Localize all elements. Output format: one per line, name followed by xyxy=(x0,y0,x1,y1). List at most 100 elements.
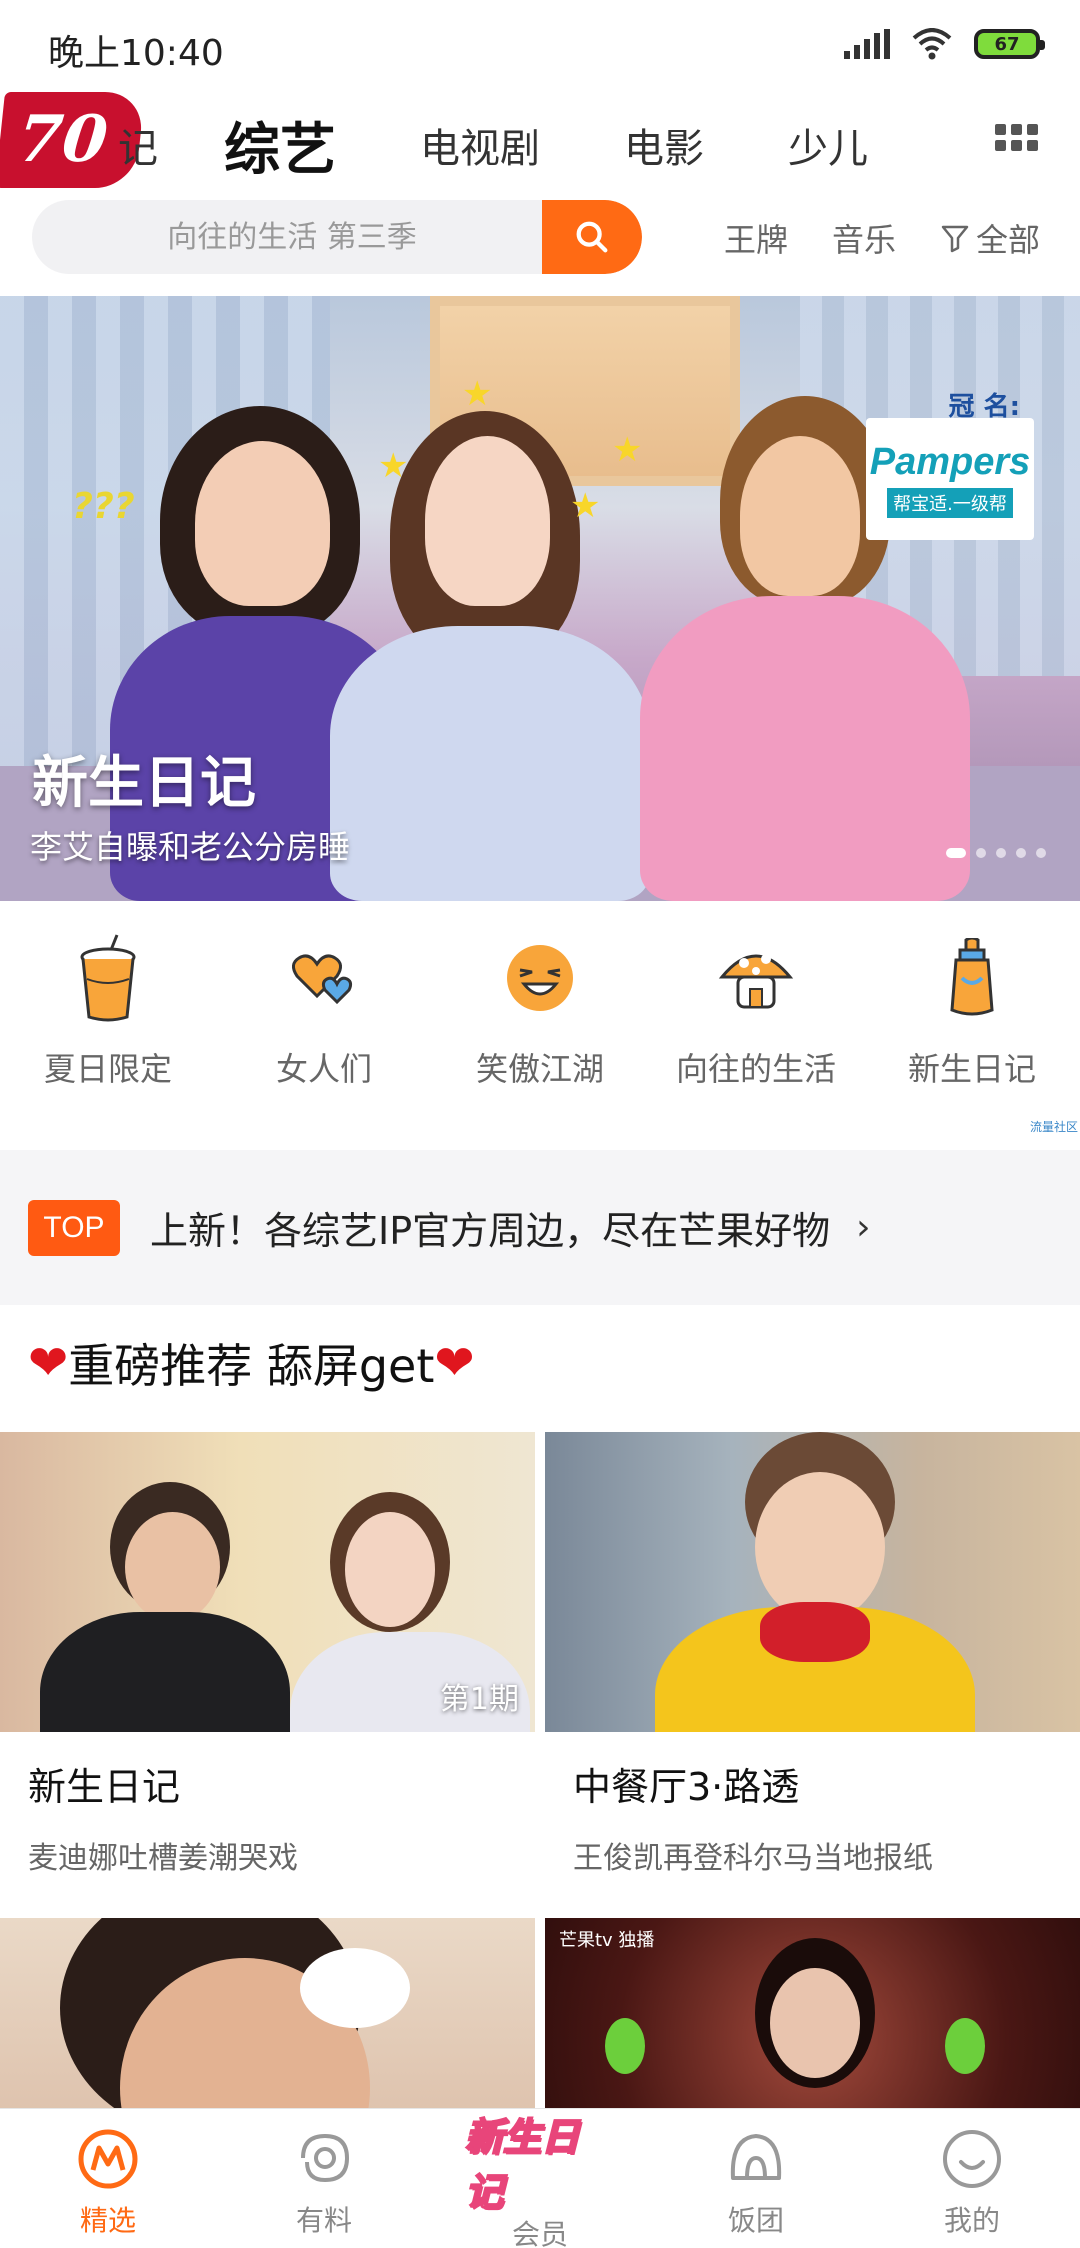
laughing-face-icon xyxy=(500,938,580,1018)
thumb-figure xyxy=(300,1948,410,2028)
category-label: 新生日记 xyxy=(907,1050,1036,1088)
rice-ball-icon xyxy=(724,2127,788,2191)
category-newborn[interactable]: 新生日记 xyxy=(864,938,1080,1090)
nav-label: 精选 xyxy=(79,2204,136,2237)
heart-icon: ❤ xyxy=(28,1335,69,1391)
banner-dot[interactable] xyxy=(1036,848,1046,858)
card-subtitle: 麦迪娜吐槽姜潮哭戏 xyxy=(28,1841,298,1876)
question-sticker: ??? xyxy=(72,486,135,527)
banner-dot[interactable] xyxy=(976,848,986,858)
sponsor-logo: Pampers 帮宝适.一级帮 xyxy=(866,418,1034,540)
nav-fan-club[interactable]: 饭团 xyxy=(648,2109,864,2248)
hero-banner[interactable]: ??? ★ ★ ★ ★ 冠 名: Pampers 帮宝适.一级帮 新生日记 李艾… xyxy=(0,296,1080,901)
card-subtitle: 王俊凯再登科尔马当地报纸 xyxy=(573,1841,933,1876)
search-box xyxy=(32,200,642,274)
quick-link-ace[interactable]: 王牌 xyxy=(724,215,788,261)
hearts-icon xyxy=(284,938,364,1018)
status-time: 晚上10:40 xyxy=(48,33,224,74)
filter-icon xyxy=(941,225,969,253)
thumb-figure xyxy=(605,2018,645,2074)
mushroom-house-icon xyxy=(716,938,796,1018)
logo-number: 70 xyxy=(14,102,112,177)
sponsor-brand: Pampers xyxy=(869,440,1031,483)
person-1-face xyxy=(195,441,330,606)
corner-note: 流量社区 xyxy=(1029,1120,1078,1134)
category-row: 夏日限定 女人们 笑傲江湖 向往的生活 新生日记 xyxy=(0,934,1080,1090)
category-label: 女人们 xyxy=(275,1050,372,1088)
star-icon: ★ xyxy=(462,374,493,414)
category-life[interactable]: 向往的生活 xyxy=(648,938,864,1090)
star-icon: ★ xyxy=(570,486,601,526)
battery-icon: 67 xyxy=(974,29,1045,59)
category-women[interactable]: 女人们 xyxy=(216,938,432,1090)
signal-icon xyxy=(844,29,890,59)
channel-watermark: 芒果tv 独播 xyxy=(559,1930,655,1951)
promo-text: 上新！各综艺IP官方周边，尽在芒果好物 xyxy=(150,1209,831,1253)
banner-dot[interactable] xyxy=(996,848,1006,858)
tab-movies[interactable]: 电影 xyxy=(624,116,704,174)
nav-member[interactable]: 新生日记 会员 xyxy=(432,2109,648,2248)
search-input[interactable] xyxy=(32,200,552,274)
tab-kids[interactable]: 少儿 xyxy=(788,116,868,174)
quick-link-music[interactable]: 音乐 xyxy=(832,215,896,261)
nav-featured[interactable]: 精选 xyxy=(0,2109,216,2248)
thumb-figure xyxy=(770,1968,860,2078)
video-thumbnail xyxy=(545,1432,1080,1732)
bottom-nav: 精选 有料 新生日记 会员 饭团 我的 xyxy=(0,2108,1080,2248)
thumb-figure xyxy=(345,1512,435,1627)
channel-grid-icon[interactable] xyxy=(995,124,1038,151)
thumb-figure xyxy=(945,2018,985,2074)
person-2-body xyxy=(330,626,650,901)
category-label: 向往的生活 xyxy=(675,1050,836,1088)
category-label: 夏日限定 xyxy=(43,1050,172,1088)
banner-pagination xyxy=(946,848,1046,858)
chevron-right-icon: › xyxy=(856,1207,871,1248)
quick-link-all[interactable]: 全部 xyxy=(940,215,1040,261)
banner-dot[interactable] xyxy=(1016,848,1026,858)
promo-banner[interactable]: TOP 上新！各综艺IP官方周边，尽在芒果好物 › xyxy=(0,1150,1080,1305)
person-2-face xyxy=(425,436,550,606)
top-tabs: 记 综艺 电视剧 电影 少儿 xyxy=(118,100,952,190)
category-summer[interactable]: 夏日限定 xyxy=(0,934,216,1090)
person-3-body xyxy=(640,596,970,901)
nav-label: 饭团 xyxy=(727,2204,784,2237)
star-icon: ★ xyxy=(612,430,643,470)
nav-label: 我的 xyxy=(943,2204,1000,2237)
category-laugh[interactable]: 笑傲江湖 xyxy=(432,938,648,1090)
member-badge-icon: 新生日记 xyxy=(464,2114,580,2215)
search-icon xyxy=(576,221,608,253)
category-label: 笑傲江湖 xyxy=(475,1050,604,1088)
episode-label: 第1期 xyxy=(439,1682,519,1717)
mango-logo-icon xyxy=(76,2127,140,2191)
card-title: 新生日记 xyxy=(28,1765,181,1809)
star-icon: ★ xyxy=(378,446,409,486)
nav-label: 会员 xyxy=(511,2218,568,2248)
promo-tag: TOP xyxy=(28,1199,120,1256)
spiral-icon xyxy=(292,2127,356,2191)
heart-icon: ❤ xyxy=(434,1335,475,1391)
card-title: 中餐厅3·路透 xyxy=(573,1765,800,1809)
nav-profile[interactable]: 我的 xyxy=(864,2109,1080,2248)
nav-label: 有料 xyxy=(295,2204,352,2237)
wifi-icon xyxy=(912,28,952,60)
section-title: ❤ 重磅推荐 舔屏get ❤ xyxy=(28,1330,475,1396)
nav-discover[interactable]: 有料 xyxy=(216,2109,432,2248)
search-button[interactable] xyxy=(542,200,642,274)
banner-dot-active[interactable] xyxy=(946,848,966,858)
baby-bottle-icon xyxy=(932,938,1012,1018)
quick-links: 王牌 音乐 全部 xyxy=(724,210,1040,266)
tab-partial[interactable]: 记 xyxy=(118,116,158,174)
banner-subtitle: 李艾自曝和老公分房睡 xyxy=(30,828,351,866)
tab-variety[interactable]: 综艺 xyxy=(224,105,336,186)
thumb-figure xyxy=(760,1602,870,1662)
thumb-figure xyxy=(125,1512,220,1622)
quick-link-all-label: 全部 xyxy=(975,221,1040,259)
thumb-figure xyxy=(755,1472,885,1622)
video-card[interactable]: 中餐厅3·路透 王俊凯再登科尔马当地报纸 xyxy=(545,1432,1080,1877)
tab-tv-series[interactable]: 电视剧 xyxy=(420,116,540,174)
banner-title: 新生日记 xyxy=(32,751,256,816)
drink-cup-icon xyxy=(68,934,148,1022)
status-bar: 晚上10:40 67 xyxy=(0,0,1080,96)
thumb-figure xyxy=(40,1612,290,1732)
video-card[interactable]: 第1期 新生日记 麦迪娜吐槽姜潮哭戏 xyxy=(0,1432,535,1877)
